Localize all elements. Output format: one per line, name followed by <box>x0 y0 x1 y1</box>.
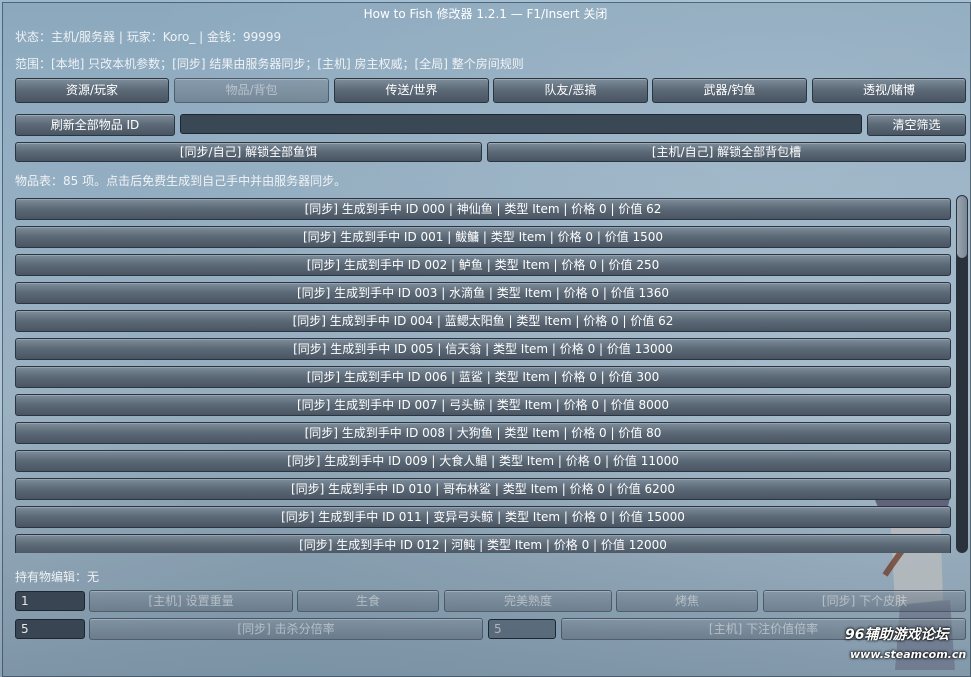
held-item-label: 持有物编辑：无 <box>15 570 100 584</box>
watermark-url: www.steamcom.cn <box>850 648 967 661</box>
item-row[interactable]: [同步] 生成到手中 ID 004 | 蓝鳃太阳鱼 | 类型 Item | 价格… <box>15 310 951 332</box>
set-weight-button[interactable]: [主机] 设置重量 <box>89 590 293 612</box>
perfect-doneness-button[interactable]: 完美熟度 <box>444 590 612 612</box>
bet-multiplier-input[interactable]: 5 <box>488 619 556 639</box>
item-row[interactable]: [同步] 生成到手中 ID 009 | 大食人鲳 | 类型 Item | 价格 … <box>15 450 951 472</box>
tab-resources-player[interactable]: 资源/玩家 <box>15 78 169 103</box>
items-header: 物品表：85 项。点击后免费生成到自己手中并由服务器同步。 <box>15 174 347 188</box>
tab-esp-gambling[interactable]: 透视/赌博 <box>812 78 966 103</box>
tab-items-inventory[interactable]: 物品/背包 <box>174 78 329 103</box>
item-row[interactable]: [同步] 生成到手中 ID 010 | 哥布林鲨 | 类型 Item | 价格 … <box>15 478 951 500</box>
kill-multiplier-button[interactable]: [同步] 击杀分倍率 <box>89 618 483 640</box>
item-row[interactable]: [同步] 生成到手中 ID 012 | 河鲀 | 类型 Item | 价格 0 … <box>15 534 951 553</box>
next-skin-button[interactable]: [同步] 下个皮肤 <box>763 590 966 612</box>
item-row[interactable]: [同步] 生成到手中 ID 006 | 蓝鲨 | 类型 Item | 价格 0 … <box>15 366 951 388</box>
item-row[interactable]: [同步] 生成到手中 ID 001 | 鲅鳙 | 类型 Item | 价格 0 … <box>15 226 951 248</box>
item-row[interactable]: [同步] 生成到手中 ID 002 | 鲈鱼 | 类型 Item | 价格 0 … <box>15 254 951 276</box>
window-title: How to Fish 修改器 1.2.1 — F1/Insert 关闭 <box>363 7 608 21</box>
item-row[interactable]: [同步] 生成到手中 ID 007 | 弓头鲸 | 类型 Item | 价格 0… <box>15 394 951 416</box>
item-row[interactable]: [同步] 生成到手中 ID 005 | 信天翁 | 类型 Item | 价格 0… <box>15 338 951 360</box>
item-row[interactable]: [同步] 生成到手中 ID 008 | 大狗鱼 | 类型 Item | 价格 0… <box>15 422 951 444</box>
item-filter-input[interactable] <box>180 114 862 134</box>
status-line: 状态：主机/服务器 | 玩家：Koro_ | 金钱：99999 <box>15 30 282 44</box>
clear-filter-button[interactable]: 清空筛选 <box>867 114 966 136</box>
item-row[interactable]: [同步] 生成到手中 ID 000 | 神仙鱼 | 类型 Item | 价格 0… <box>15 198 951 220</box>
tab-team-prank[interactable]: 队友/恶搞 <box>493 78 648 103</box>
unlock-all-bait-button[interactable]: [同步/自己] 解锁全部鱼饵 <box>15 142 482 162</box>
burnt-button[interactable]: 烤焦 <box>616 590 758 612</box>
scrollbar-thumb[interactable] <box>957 196 967 258</box>
watermark-forum-name: 96辅助游戏论坛 <box>845 627 949 643</box>
tab-weapon-fishing[interactable]: 武器/钓鱼 <box>652 78 807 103</box>
tab-teleport-world[interactable]: 传送/世界 <box>334 78 489 103</box>
refresh-item-ids-button[interactable]: 刷新全部物品 ID <box>15 114 175 136</box>
raw-button[interactable]: 生食 <box>297 590 439 612</box>
item-list-scrollbar[interactable] <box>956 195 968 553</box>
weight-input[interactable]: 1 <box>15 591 85 611</box>
item-row[interactable]: [同步] 生成到手中 ID 003 | 水滴鱼 | 类型 Item | 价格 0… <box>15 282 951 304</box>
item-row[interactable]: [同步] 生成到手中 ID 011 | 变异弓头鲸 | 类型 Item | 价格… <box>15 506 951 528</box>
kill-multiplier-input[interactable]: 5 <box>15 619 85 639</box>
scope-line: 范围：[本地] 只改本机参数；[同步] 结果由服务器同步；[主机] 房主权威；[… <box>15 57 524 71</box>
unlock-all-slots-button[interactable]: [主机/自己] 解锁全部背包槽 <box>487 142 966 162</box>
item-list: [同步] 生成到手中 ID 000 | 神仙鱼 | 类型 Item | 价格 0… <box>15 197 951 553</box>
